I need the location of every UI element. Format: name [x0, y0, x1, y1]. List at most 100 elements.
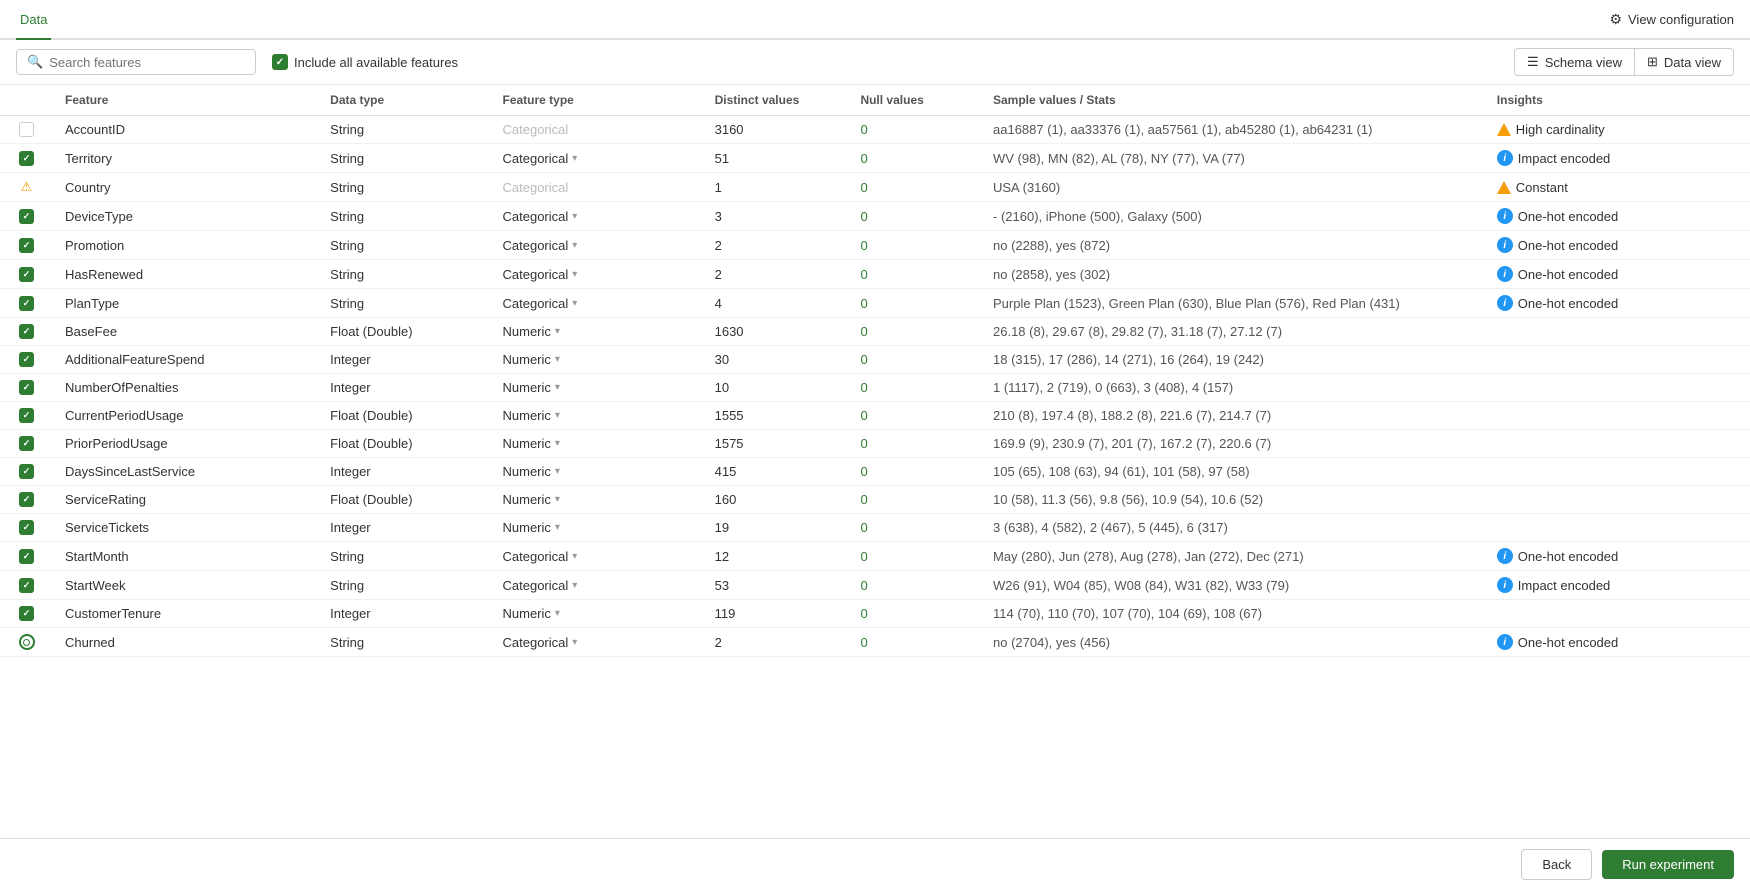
cell-featuretype[interactable]: Categorical ▾ — [491, 231, 703, 260]
chevron-down-icon[interactable]: ▾ — [572, 551, 577, 562]
cell-distinct: 30 — [703, 346, 849, 374]
row-checkbox-checked[interactable] — [19, 151, 34, 166]
chevron-down-icon[interactable]: ▾ — [572, 637, 577, 648]
cell-sample: WV (98), MN (82), AL (78), NY (77), VA (… — [981, 144, 1485, 173]
chevron-down-icon[interactable]: ▾ — [572, 211, 577, 222]
chevron-down-icon[interactable]: ▾ — [555, 326, 560, 337]
cell-feature: CustomerTenure — [53, 600, 318, 628]
include-all-checkbox[interactable]: Include all available features — [272, 54, 458, 70]
row-checkbox-checked[interactable] — [19, 408, 34, 423]
cell-null: 0 — [848, 260, 981, 289]
info-icon: i — [1497, 150, 1513, 166]
row-checkbox-checked[interactable] — [19, 606, 34, 621]
schema-icon: ☰ — [1527, 54, 1539, 70]
cell-sample: - (2160), iPhone (500), Galaxy (500) — [981, 202, 1485, 231]
cell-featuretype[interactable]: Categorical ▾ — [491, 628, 703, 657]
row-checkbox-checked[interactable] — [19, 520, 34, 535]
chevron-down-icon[interactable]: ▾ — [555, 466, 560, 477]
cell-featuretype[interactable]: Categorical ▾ — [491, 289, 703, 318]
search-box[interactable]: 🔍 — [16, 49, 256, 75]
run-experiment-button[interactable]: Run experiment — [1602, 850, 1734, 879]
chevron-down-icon[interactable]: ▾ — [572, 298, 577, 309]
row-checkbox-checked[interactable] — [19, 464, 34, 479]
cell-datatype: Integer — [318, 600, 490, 628]
table-row: ServiceRating Float (Double) Numeric ▾ 1… — [0, 486, 1750, 514]
data-view-button[interactable]: ⊞ Data view — [1635, 48, 1734, 76]
footer: Back Run experiment — [0, 838, 1750, 890]
schema-view-button[interactable]: ☰ Schema view — [1514, 48, 1635, 76]
cell-feature: BaseFee — [53, 318, 318, 346]
feature-type-value: Categorical — [503, 151, 569, 166]
cell-feature: AccountID — [53, 116, 318, 144]
cell-featuretype[interactable]: Numeric ▾ — [491, 430, 703, 458]
row-checkbox-checked[interactable] — [19, 578, 34, 593]
row-checkbox-checked[interactable] — [19, 436, 34, 451]
cell-featuretype[interactable]: Categorical — [491, 116, 703, 144]
table-row: BaseFee Float (Double) Numeric ▾ 1630 0 … — [0, 318, 1750, 346]
chevron-down-icon[interactable]: ▾ — [572, 269, 577, 280]
chevron-down-icon[interactable]: ▾ — [555, 522, 560, 533]
insight-text: Impact encoded — [1518, 578, 1611, 593]
cell-featuretype[interactable]: Numeric ▾ — [491, 458, 703, 486]
cell-featuretype[interactable]: Categorical ▾ — [491, 571, 703, 600]
cell-datatype: Float (Double) — [318, 318, 490, 346]
row-checkbox-checked[interactable] — [19, 380, 34, 395]
cell-featuretype[interactable]: Numeric ▾ — [491, 514, 703, 542]
cell-featuretype[interactable]: Categorical ▾ — [491, 144, 703, 173]
cell-featuretype[interactable]: Numeric ▾ — [491, 346, 703, 374]
cell-insights — [1485, 374, 1750, 402]
cell-sample: 18 (315), 17 (286), 14 (271), 16 (264), … — [981, 346, 1485, 374]
warn-triangle-icon — [1497, 181, 1511, 194]
row-checkbox-checked[interactable] — [19, 352, 34, 367]
chevron-down-icon[interactable]: ▾ — [572, 153, 577, 164]
insight-cell: i One-hot encoded — [1497, 266, 1738, 282]
chevron-down-icon[interactable]: ▾ — [555, 354, 560, 365]
cell-feature: ServiceTickets — [53, 514, 318, 542]
chevron-down-icon[interactable]: ▾ — [572, 240, 577, 251]
chevron-down-icon[interactable]: ▾ — [555, 494, 560, 505]
row-checkbox-unchecked[interactable] — [19, 122, 34, 137]
cell-featuretype[interactable]: Categorical ▾ — [491, 542, 703, 571]
cell-feature: DeviceType — [53, 202, 318, 231]
info-icon: i — [1497, 634, 1513, 650]
col-header-check — [0, 85, 53, 116]
chevron-down-icon[interactable]: ▾ — [555, 438, 560, 449]
search-input[interactable] — [49, 55, 245, 70]
view-configuration-button[interactable]: ⚙ View configuration — [1609, 11, 1734, 28]
cell-featuretype[interactable]: Categorical ▾ — [491, 202, 703, 231]
cell-featuretype[interactable]: Numeric ▾ — [491, 486, 703, 514]
row-checkbox-checked[interactable] — [19, 492, 34, 507]
cell-check — [0, 486, 53, 514]
chevron-down-icon[interactable]: ▾ — [555, 608, 560, 619]
cell-featuretype[interactable]: Numeric ▾ — [491, 402, 703, 430]
info-icon: i — [1497, 295, 1513, 311]
table-row: AccountID String Categorical 3160 0 aa16… — [0, 116, 1750, 144]
row-checkbox-checked[interactable] — [19, 238, 34, 253]
row-checkbox-checked[interactable] — [19, 209, 34, 224]
row-checkbox-checked[interactable] — [19, 549, 34, 564]
cell-sample: Purple Plan (1523), Green Plan (630), Bl… — [981, 289, 1485, 318]
cell-featuretype[interactable]: Numeric ▾ — [491, 318, 703, 346]
row-checkbox-checked[interactable] — [19, 267, 34, 282]
row-checkbox-checked[interactable] — [19, 296, 34, 311]
cell-insights: i One-hot encoded — [1485, 542, 1750, 571]
cell-insights — [1485, 346, 1750, 374]
cell-check — [0, 144, 53, 173]
cell-sample: no (2288), yes (872) — [981, 231, 1485, 260]
cell-distinct: 51 — [703, 144, 849, 173]
cell-featuretype[interactable]: Categorical — [491, 173, 703, 202]
cell-featuretype[interactable]: Categorical ▾ — [491, 260, 703, 289]
cell-sample: 114 (70), 110 (70), 107 (70), 104 (69), … — [981, 600, 1485, 628]
chevron-down-icon[interactable]: ▾ — [572, 580, 577, 591]
cell-distinct: 119 — [703, 600, 849, 628]
insight-cell: i One-hot encoded — [1497, 237, 1738, 253]
row-checkbox-checked[interactable] — [19, 324, 34, 339]
toolbar: 🔍 Include all available features ☰ Schem… — [0, 40, 1750, 85]
cell-featuretype[interactable]: Numeric ▾ — [491, 600, 703, 628]
cell-check — [0, 458, 53, 486]
chevron-down-icon[interactable]: ▾ — [555, 410, 560, 421]
back-button[interactable]: Back — [1521, 849, 1592, 880]
cell-featuretype[interactable]: Numeric ▾ — [491, 374, 703, 402]
chevron-down-icon[interactable]: ▾ — [555, 382, 560, 393]
tab-data[interactable]: Data — [16, 0, 51, 40]
